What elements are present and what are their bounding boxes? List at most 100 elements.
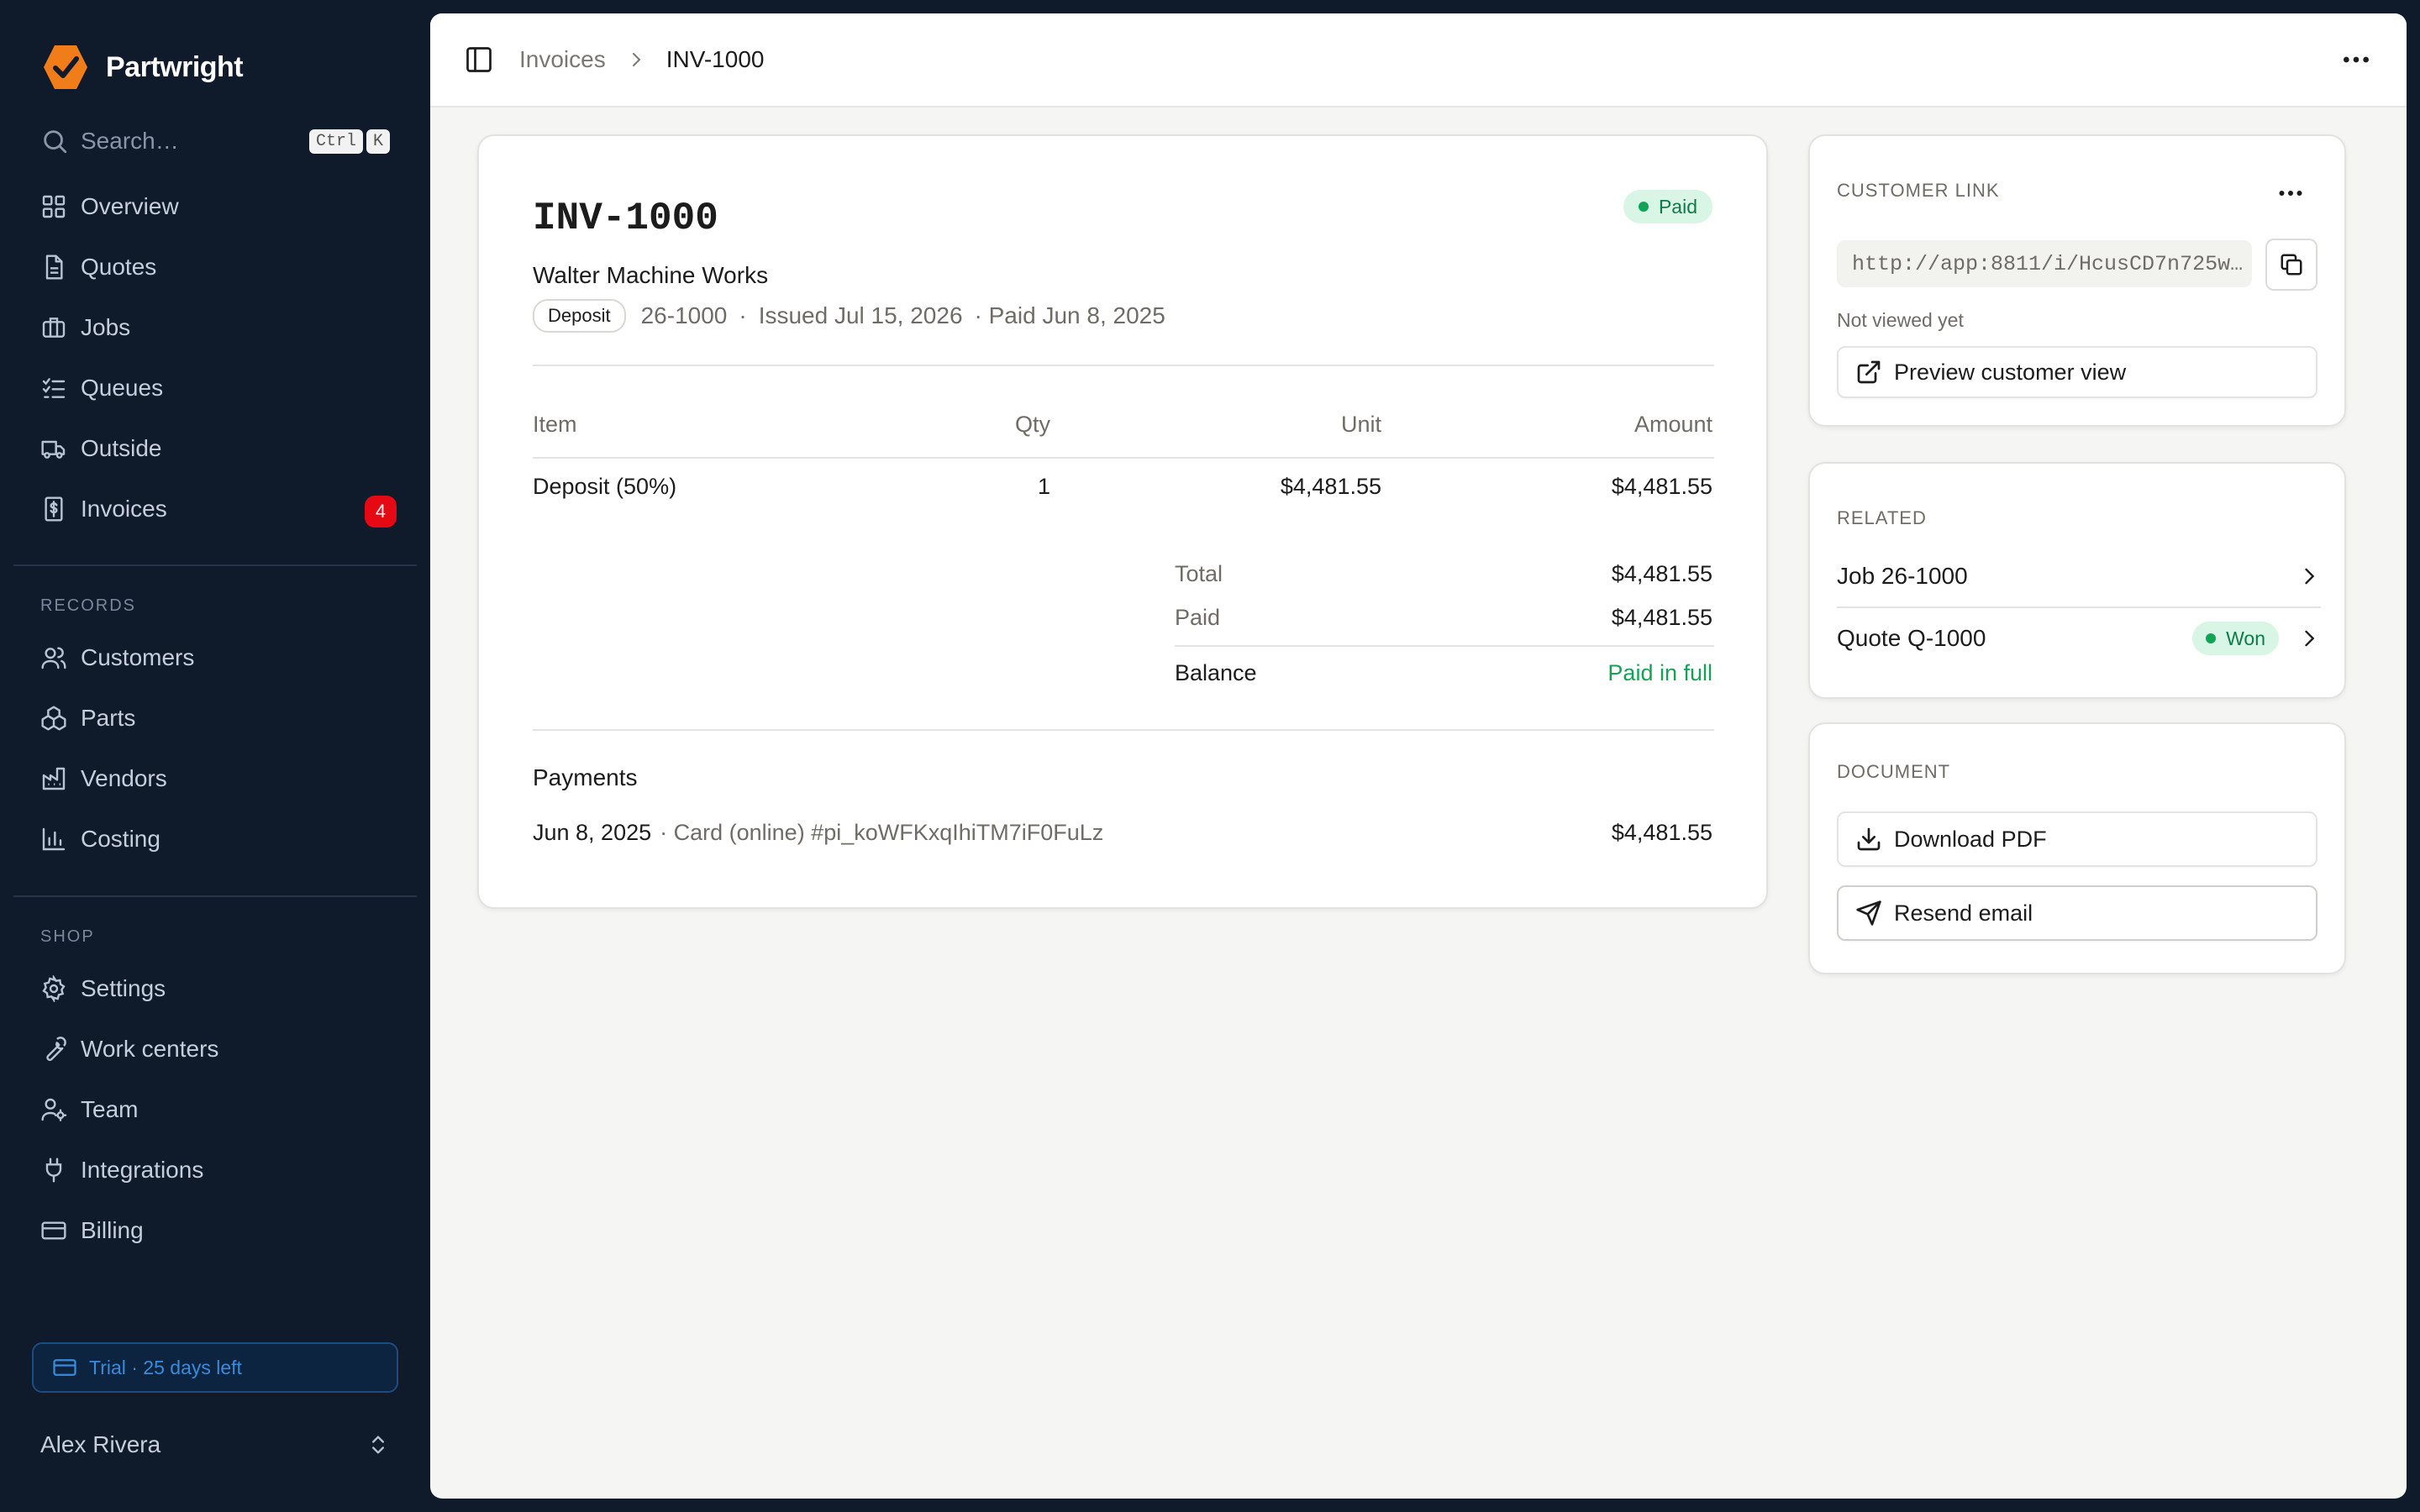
sidebar-item-label: Costing — [81, 826, 160, 852]
sidebar-item-quotes[interactable]: Quotes — [0, 237, 430, 297]
invoice-number: INV-1000 — [533, 197, 718, 240]
list-check-icon — [42, 378, 66, 398]
customer-link-url: http://app:8811/i/HcusCD7n725w… — [1852, 251, 2244, 276]
quote-status-badge: Won — [2192, 622, 2279, 655]
send-icon — [1856, 900, 1881, 926]
paid-date: · Paid Jun 8, 2025 — [974, 302, 1165, 328]
payment-row: Jun 8, 2025 · Card (online) #pi_koWFKxqI… — [533, 820, 1103, 846]
line-item-qty: 1 — [1037, 474, 1050, 499]
search-input[interactable]: Search… Ctrl K — [40, 121, 390, 161]
user-cog-icon — [41, 1098, 67, 1121]
sidebar-item-work-centers[interactable]: Work centers — [0, 1019, 430, 1079]
status-text: Paid — [1658, 195, 1697, 218]
status-dot — [2206, 633, 2217, 643]
credit-card-icon — [41, 1221, 66, 1240]
invoice-card: INV-1000 Paid Walter Machine Works Depos… — [477, 134, 1768, 909]
sidebar: Partwright Search… Ctrl K Overview Quote… — [0, 0, 430, 1512]
sidebar-item-overview[interactable]: Overview — [0, 176, 430, 237]
related-quote-link[interactable]: Quote Q-1000 Won — [1837, 608, 2321, 669]
truck-icon — [41, 440, 66, 459]
sidebar-item-label: Settings — [81, 975, 166, 1001]
users-icon — [41, 647, 66, 669]
balance-label: Balance — [1175, 660, 1257, 685]
sidebar-item-invoices[interactable]: Invoices 4 — [0, 479, 430, 539]
download-pdf-button[interactable]: Download PDF — [1837, 811, 2317, 867]
main-nav: Overview Quotes Jobs Queues Outside Invo… — [0, 176, 430, 539]
line-item-amount: $4,481.55 — [1611, 474, 1712, 499]
line-item-unit: $4,481.55 — [1280, 474, 1381, 499]
sidebar-item-label: Outside — [81, 435, 162, 461]
copy-icon — [2281, 254, 2302, 276]
col-header-unit: Unit — [1340, 412, 1381, 437]
chevron-right-icon — [2305, 568, 2315, 585]
quote-status-text: Won — [2226, 627, 2265, 649]
records-nav: Customers Parts Vendors Costing — [0, 627, 430, 869]
sidebar-item-label: Customers — [81, 644, 195, 670]
shop-nav: Settings Work centers Team Integrations … — [0, 958, 430, 1261]
brand[interactable]: Partwright — [40, 42, 244, 92]
payments-title: Payments — [533, 764, 638, 790]
user-menu[interactable]: Alex Rivera — [40, 1425, 390, 1465]
sidebar-item-customers[interactable]: Customers — [0, 627, 430, 688]
status-badge: Paid — [1623, 190, 1712, 223]
related-job-link[interactable]: Job 26-1000 — [1837, 546, 2321, 606]
sidebar-item-queues[interactable]: Queues — [0, 358, 430, 418]
customer-link-title: CUSTOMER LINK — [1837, 180, 2000, 201]
payment-description: · Card (online) #pi_koWFKxqIhiTM7iF0FuLz — [660, 820, 1104, 845]
more-horizontal-icon[interactable] — [2339, 43, 2373, 76]
breadcrumb-invoices[interactable]: Invoices — [519, 46, 606, 73]
main-panel: Invoices INV-1000 INV-1000 Paid Walter M… — [430, 13, 2407, 1499]
kbd-ctrl: Ctrl — [308, 129, 363, 154]
invoice-meta: Deposit 26-1000 · Issued Jul 15, 2026 · … — [533, 299, 1165, 333]
divider — [533, 365, 1714, 366]
invoice-type-tag: Deposit — [533, 299, 626, 333]
customer-link-url-field[interactable]: http://app:8811/i/HcusCD7n725w… — [1837, 240, 2252, 287]
sidebar-item-billing[interactable]: Billing — [0, 1200, 430, 1261]
paid-label: Paid — [1175, 605, 1221, 630]
trial-banner[interactable]: Trial · 25 days left — [32, 1342, 398, 1393]
sidebar-item-label: Queues — [81, 375, 164, 401]
table-header-divider — [533, 457, 1714, 459]
sidebar-item-team[interactable]: Team — [0, 1079, 430, 1140]
sidebar-item-settings[interactable]: Settings — [0, 958, 430, 1019]
trial-text: Trial · 25 days left — [89, 1356, 242, 1378]
search-icon — [44, 130, 67, 154]
sidebar-item-label: Vendors — [81, 765, 167, 791]
total-value: $4,481.55 — [1611, 561, 1712, 586]
sidebar-item-outside[interactable]: Outside — [0, 418, 430, 479]
sidebar-item-label: Parts — [81, 705, 136, 731]
kbd-k: K — [366, 129, 390, 154]
wrench-icon — [46, 1037, 66, 1062]
sidebar-item-label: Overview — [81, 193, 179, 219]
download-icon — [1857, 827, 1881, 851]
related-quote-label: Quote Q-1000 — [1837, 625, 1986, 651]
sidebar-toggle-icon[interactable] — [464, 45, 494, 75]
sidebar-item-jobs[interactable]: Jobs — [0, 297, 430, 358]
sidebar-item-label: Quotes — [81, 254, 157, 280]
meta-separator: · — [739, 302, 747, 328]
sidebar-item-vendors[interactable]: Vendors — [0, 748, 430, 809]
related-job-label: Job 26-1000 — [1837, 563, 1968, 589]
button-label: Preview customer view — [1894, 359, 2127, 385]
sidebar-item-parts[interactable]: Parts — [0, 688, 430, 748]
customer-name[interactable]: Walter Machine Works — [533, 262, 768, 289]
file-icon — [45, 255, 63, 280]
payment-date: Jun 8, 2025 — [533, 820, 652, 845]
document-card: DOCUMENT Download PDF Resend email — [1808, 722, 2346, 974]
search-shortcut: Ctrl K — [308, 129, 390, 154]
factory-icon — [42, 767, 66, 790]
col-header-qty: Qty — [1014, 412, 1050, 437]
sidebar-item-costing[interactable]: Costing — [0, 809, 430, 869]
search-placeholder: Search… — [81, 128, 179, 154]
copy-link-button[interactable] — [2265, 239, 2317, 291]
link-viewed-status: Not viewed yet — [1837, 309, 1964, 331]
preview-customer-view-button[interactable]: Preview customer view — [1837, 346, 2317, 398]
sidebar-item-integrations[interactable]: Integrations — [0, 1140, 430, 1200]
resend-email-button[interactable]: Resend email — [1837, 885, 2317, 941]
button-label: Resend email — [1894, 900, 2033, 926]
more-horizontal-icon[interactable] — [2275, 178, 2306, 208]
credit-card-icon — [53, 1359, 76, 1376]
invoices-count-badge: 4 — [365, 496, 397, 528]
document-title: DOCUMENT — [1837, 761, 1951, 782]
totals-divider — [1175, 645, 1714, 647]
